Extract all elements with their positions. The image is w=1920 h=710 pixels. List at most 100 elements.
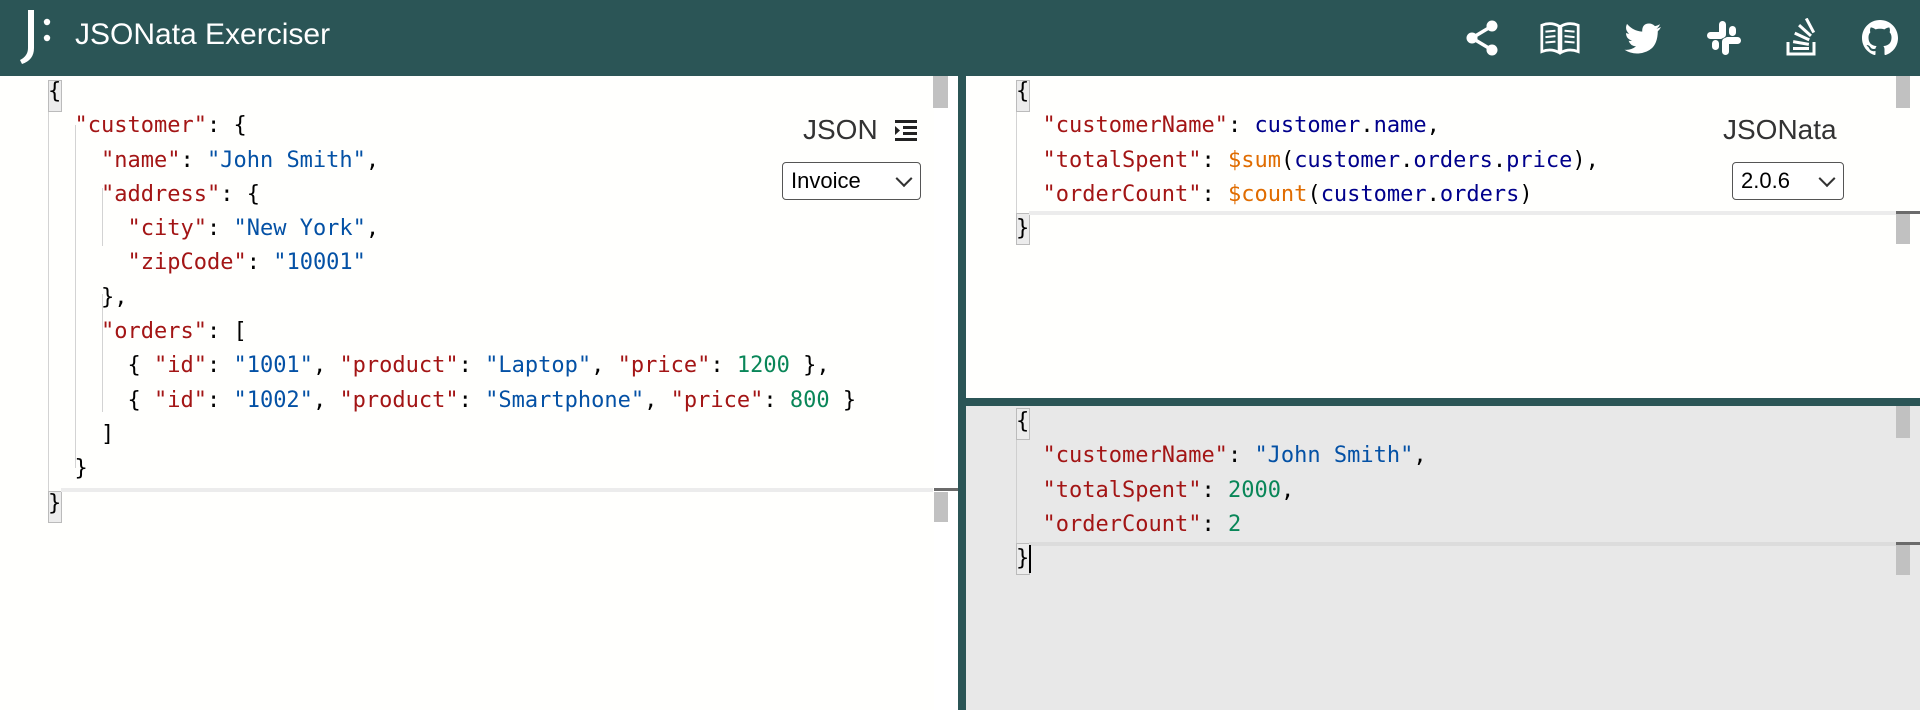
code-token: orders bbox=[1439, 181, 1520, 207]
code-token: "Smartphone" bbox=[485, 387, 645, 413]
code-token: "customerName" bbox=[1042, 113, 1228, 139]
code-line: } bbox=[1016, 212, 1599, 246]
expression-code[interactable]: { "customerName": customer.name, "totalS… bbox=[1016, 76, 1599, 246]
code-line: "orderCount": $count(customer.orders) bbox=[1016, 178, 1599, 212]
code-token: 1200 bbox=[736, 353, 790, 379]
code-token: "zipCode" bbox=[127, 250, 247, 276]
text-cursor bbox=[1029, 545, 1032, 574]
code-token: "name" bbox=[100, 147, 181, 173]
code-line: { "id": "1002", "product": "Smartphone",… bbox=[48, 384, 856, 418]
slack-icon[interactable] bbox=[1700, 14, 1748, 62]
code-token: "totalSpent" bbox=[1042, 147, 1202, 173]
sample-select[interactable]: Invoice bbox=[782, 162, 921, 200]
expr-scrollbar-thumb[interactable] bbox=[1896, 76, 1910, 108]
code-line: } bbox=[1016, 542, 1427, 576]
code-token: "John Smith" bbox=[206, 147, 366, 173]
book-icon[interactable] bbox=[1536, 14, 1584, 62]
code-token: : bbox=[1201, 181, 1228, 207]
code-token: $count bbox=[1227, 181, 1308, 207]
code-line: "customerName": customer.name, bbox=[1016, 109, 1599, 143]
code-token: }, bbox=[48, 284, 128, 310]
code-token: name bbox=[1373, 113, 1427, 139]
code-token: } bbox=[48, 456, 88, 482]
code-token: "1001" bbox=[233, 353, 313, 379]
code-token: { bbox=[48, 387, 154, 413]
code-token: ), bbox=[1572, 147, 1599, 173]
code-token: orders bbox=[1413, 147, 1493, 173]
share-icon[interactable] bbox=[1458, 14, 1506, 62]
horizontal-splitter[interactable] bbox=[966, 398, 1920, 406]
json-scrollbar-thumb-edge[interactable] bbox=[934, 76, 948, 108]
code-token: 800 bbox=[789, 387, 830, 413]
code-token: : bbox=[1227, 443, 1255, 469]
code-token: { bbox=[1016, 79, 1030, 104]
code-token: "customerName" bbox=[1042, 443, 1228, 469]
code-token: : bbox=[1227, 113, 1255, 139]
code-token: : bbox=[458, 353, 486, 379]
vertical-splitter[interactable] bbox=[934, 76, 966, 710]
code-token: } bbox=[1016, 216, 1030, 242]
code-token: customer bbox=[1254, 113, 1361, 139]
app-title: JSONata Exerciser bbox=[75, 18, 331, 51]
code-token: : bbox=[1201, 147, 1228, 173]
result-viewer[interactable]: { "customerName": "John Smith", "totalSp… bbox=[966, 406, 1920, 710]
json-code[interactable]: { "customer": { "name": "John Smith", "a… bbox=[48, 76, 856, 521]
twitter-icon[interactable] bbox=[1619, 14, 1667, 62]
code-token: { bbox=[48, 353, 154, 379]
code-token: price bbox=[1506, 147, 1573, 173]
code-line: "totalSpent": $sum(customer.orders.price… bbox=[1016, 144, 1599, 178]
splitter-bar[interactable] bbox=[958, 76, 966, 710]
code-token: , bbox=[365, 147, 380, 173]
code-token: "orderCount" bbox=[1042, 511, 1202, 537]
code-token: : bbox=[206, 387, 234, 413]
version-select[interactable]: 2.0.6 bbox=[1732, 162, 1844, 200]
code-token: , bbox=[1413, 443, 1427, 469]
code-token: } bbox=[48, 490, 62, 516]
expr-scrollbar-lower-thumb[interactable] bbox=[1896, 214, 1910, 244]
code-token: "price" bbox=[670, 387, 764, 413]
code-line: "zipCode": "10001" bbox=[48, 246, 856, 280]
code-token: "John Smith" bbox=[1254, 443, 1414, 469]
code-line: "customerName": "John Smith", bbox=[1016, 439, 1427, 473]
json-scrollbar-lower-thumb[interactable] bbox=[934, 492, 948, 522]
result-scrollbar-lower-thumb[interactable] bbox=[1896, 545, 1910, 575]
code-token: "totalSpent" bbox=[1042, 477, 1202, 503]
chevron-down-icon bbox=[1818, 170, 1836, 188]
code-token: , bbox=[312, 387, 340, 413]
stackoverflow-icon[interactable] bbox=[1778, 14, 1826, 62]
code-token: , bbox=[365, 216, 380, 242]
code-line: { bbox=[48, 76, 856, 109]
code-token: . bbox=[1360, 113, 1374, 139]
result-code: { "customerName": "John Smith", "totalSp… bbox=[1016, 406, 1427, 576]
sample-select-value: Invoice bbox=[791, 168, 861, 193]
code-token: : { bbox=[206, 113, 247, 139]
code-token: { bbox=[48, 79, 62, 104]
code-token: customer bbox=[1320, 181, 1427, 207]
code-token: customer bbox=[1294, 147, 1401, 173]
chevron-down-icon bbox=[895, 170, 913, 188]
code-token: : bbox=[1201, 477, 1228, 503]
result-scrollbar-thumb[interactable] bbox=[1896, 406, 1910, 438]
code-token: : bbox=[206, 353, 234, 379]
code-token: "address" bbox=[100, 181, 221, 207]
code-token: "city" bbox=[127, 216, 207, 242]
code-token: : { bbox=[220, 181, 260, 207]
github-icon[interactable] bbox=[1856, 14, 1904, 62]
format-json-icon[interactable] bbox=[893, 118, 919, 144]
json-input-editor[interactable]: { "customer": { "name": "John Smith", "a… bbox=[0, 76, 934, 710]
code-line: { "id": "1001", "product": "Laptop", "pr… bbox=[48, 349, 856, 383]
code-token: : bbox=[763, 387, 790, 413]
json-pane-label: JSON bbox=[803, 114, 878, 145]
jsonata-pane-label: JSONata bbox=[1723, 114, 1837, 145]
code-token: } bbox=[1016, 546, 1030, 572]
code-token: }, bbox=[789, 353, 830, 379]
code-token: ( bbox=[1307, 181, 1321, 207]
jsonata-expression-editor[interactable]: { "customerName": customer.name, "totalS… bbox=[966, 76, 1920, 398]
